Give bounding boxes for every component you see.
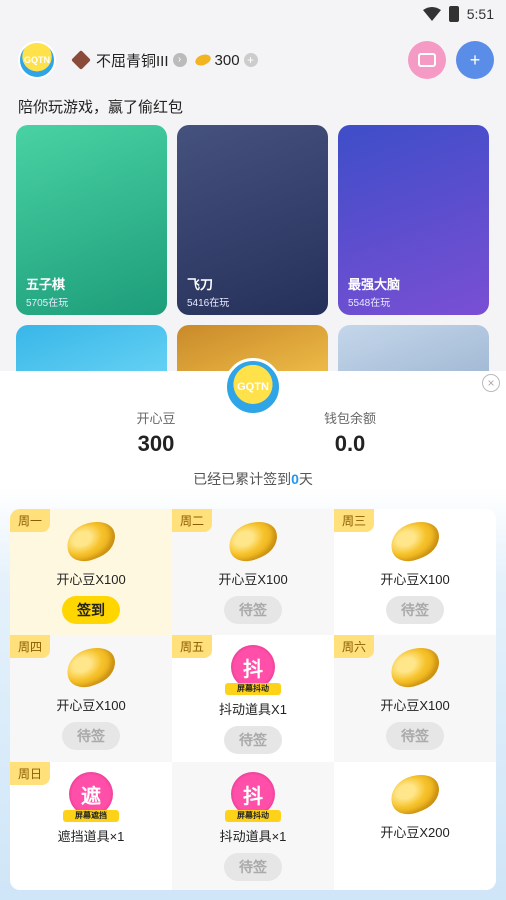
rank-badge-icon <box>71 50 91 70</box>
checkin-logo: GQTN <box>224 358 282 416</box>
wallet-value: 0.0 <box>334 431 366 456</box>
reward-name: 开心豆X100 <box>218 572 288 587</box>
reward-name: 开心豆X100 <box>380 572 450 587</box>
battery-icon <box>448 6 459 22</box>
day-tag: 周日 <box>10 762 51 785</box>
checkin-day-cell: 周五抖屏幕抖动抖动道具X1 待签 <box>172 635 334 762</box>
happy-bean-icon <box>385 514 445 568</box>
chevron-right-icon[interactable]: › <box>172 53 187 67</box>
app-logo[interactable]: GQTN <box>18 41 56 79</box>
checkin-day-cell: 周二开心豆X100 待签 <box>172 509 334 635</box>
game-title: 飞刀 <box>187 277 214 292</box>
tagline: 陪你玩游戏，赢了偷红包 <box>18 99 184 116</box>
block-prop-icon: 遮屏幕遮挡 <box>63 772 119 822</box>
bean-icon <box>193 52 212 68</box>
game-players: 5705在玩 <box>26 298 69 309</box>
checkin-day-cell: 开心豆X200 <box>334 762 496 890</box>
happy-bean-icon <box>223 514 283 568</box>
day-tag: 周一 <box>10 509 51 532</box>
shake-prop-icon: 抖屏幕抖动 <box>225 772 281 822</box>
wallet-button[interactable] <box>408 41 446 79</box>
close-icon[interactable]: × <box>482 374 500 392</box>
wallet-stat: 钱包余额 0.0 <box>300 408 400 457</box>
game-players: 5416在玩 <box>187 298 230 309</box>
wallet-label: 钱包余额 <box>323 411 376 426</box>
pending-button: 待签 <box>386 722 444 750</box>
status-bar: 5:51 <box>0 0 506 28</box>
game-title: 最强大脑 <box>348 277 401 292</box>
day-tag: 周六 <box>334 635 375 658</box>
prop-band: 屏幕抖动 <box>225 810 281 822</box>
wallet-icon <box>418 53 436 67</box>
streak-text: 已经已累计签到0天 <box>0 469 506 489</box>
wifi-icon <box>422 7 441 21</box>
reward-name: 遮挡道具×1 <box>57 829 125 844</box>
checkin-day-cell: 周四开心豆X100 待签 <box>10 635 172 762</box>
reward-name: 开心豆X200 <box>380 825 450 840</box>
streak-days: 0 <box>291 471 299 487</box>
checkin-day-cell: 周日遮屏幕遮挡遮挡道具×1 <box>10 762 172 890</box>
happy-beans-label: 开心豆 <box>136 411 176 426</box>
bean-count: 300 <box>214 51 240 69</box>
prop-band: 屏幕抖动 <box>225 683 281 695</box>
reward-name: 抖动道具×1 <box>219 829 287 844</box>
streak-suffix: 天 <box>298 471 313 487</box>
day-tag: 周二 <box>172 509 213 532</box>
game-title: 五子棋 <box>26 277 66 292</box>
happy-bean-icon <box>61 514 121 568</box>
happy-bean-icon <box>61 640 121 694</box>
pending-button: 待签 <box>224 853 282 881</box>
status-time: 5:51 <box>466 6 494 22</box>
reward-name: 开心豆X100 <box>56 572 126 587</box>
pending-button: 待签 <box>386 596 444 624</box>
game-card-gomoku[interactable]: 五子棋 5705在玩 <box>16 125 167 315</box>
pending-button: 待签 <box>62 722 120 750</box>
game-card-knife[interactable]: 飞刀 5416在玩 <box>177 125 328 315</box>
happy-bean-icon <box>385 640 445 694</box>
checkin-day-cell: 周三开心豆X100 待签 <box>334 509 496 635</box>
top-header: GQTN 不屈青铜III › 300 + + <box>18 38 494 82</box>
happy-beans-value: 300 <box>137 431 175 456</box>
checkin-grid: 周一 开心豆X100 签到 周二 开心豆X100 待签 周三 开心豆X100 待签 周四 开心豆X1… <box>10 509 496 890</box>
checkin-day-cell: 周一开心豆X100 签到 <box>10 509 172 635</box>
reward-name: 开心豆X100 <box>380 698 450 713</box>
reward-name: 抖动道具X1 <box>219 702 287 717</box>
add-friend-button[interactable]: + <box>456 41 494 79</box>
checkin-button[interactable]: 签到 <box>62 596 120 624</box>
day-tag: 周三 <box>334 509 375 532</box>
pending-button: 待签 <box>224 596 282 624</box>
rank-title[interactable]: 不屈青铜III <box>96 50 169 71</box>
pending-button: 待签 <box>224 726 282 754</box>
add-beans-icon[interactable]: + <box>243 53 258 67</box>
reward-name: 开心豆X100 <box>56 698 126 713</box>
game-players: 5548在玩 <box>348 298 391 309</box>
shake-prop-icon: 抖屏幕抖动 <box>225 645 281 695</box>
add-user-icon: + <box>469 49 481 70</box>
happy-beans-stat: 开心豆 300 <box>116 408 196 457</box>
day-tag: 周五 <box>172 635 213 658</box>
happy-bean-icon <box>385 767 445 821</box>
game-card-brain[interactable]: 最强大脑 5548在玩 <box>338 125 489 315</box>
streak-prefix: 已经已累计签到 <box>193 471 292 487</box>
game-grid: 五子棋 5705在玩 飞刀 5416在玩 最强大脑 5548在玩 <box>16 125 490 385</box>
checkin-day-cell: 周六开心豆X100 待签 <box>334 635 496 762</box>
checkin-day-cell: 抖屏幕抖动抖动道具×1 待签 <box>172 762 334 890</box>
day-tag: 周四 <box>10 635 51 658</box>
prop-band: 屏幕遮挡 <box>63 810 119 822</box>
